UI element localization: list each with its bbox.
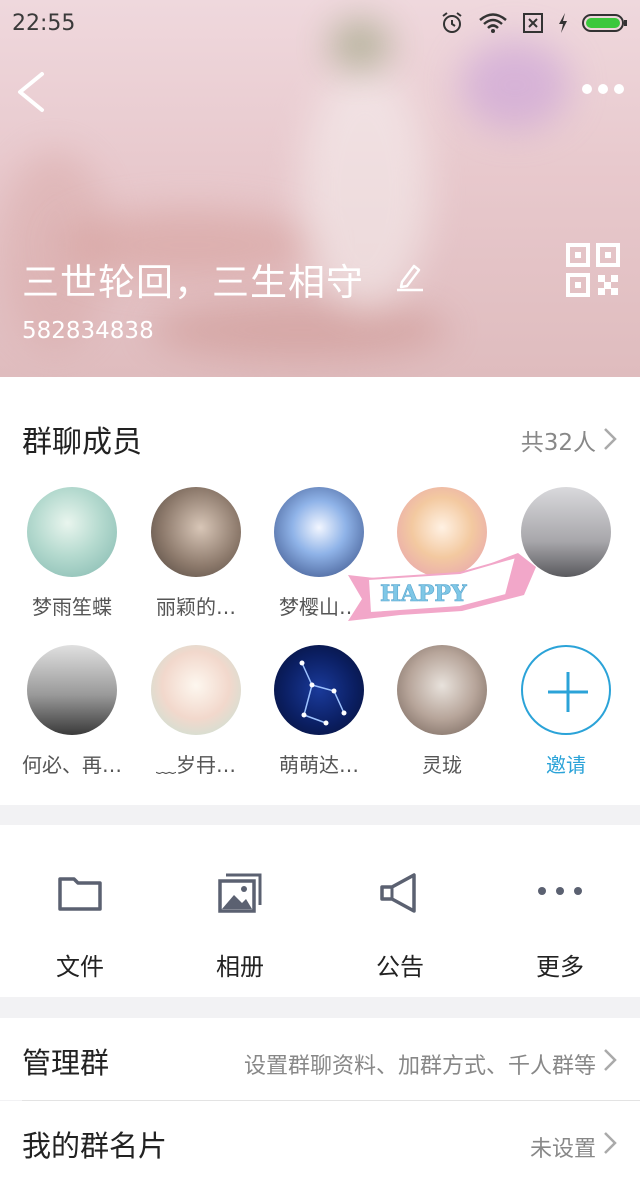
megaphone-icon: [380, 873, 416, 913]
alarm-icon: [442, 12, 462, 33]
background-blur: [150, 300, 450, 360]
member-name: 何必、再…: [22, 753, 122, 777]
member-item[interactable]: 萌萌达…: [259, 645, 379, 777]
status-time: 22:55: [12, 10, 76, 36]
more-button[interactable]: 更多: [480, 825, 640, 997]
member-item[interactable]: ﹏岁冄…: [136, 645, 256, 777]
invite-member-button[interactable]: 邀请: [506, 645, 626, 777]
avatar[interactable]: [27, 645, 117, 735]
avatar[interactable]: [274, 645, 364, 735]
announcement-button[interactable]: 公告: [320, 825, 480, 997]
row-value: 未设置: [529, 1137, 596, 1162]
back-button[interactable]: [14, 70, 48, 114]
album-icon: [218, 873, 262, 913]
member-count[interactable]: 共32人: [521, 423, 596, 457]
action-label: 更多: [536, 953, 584, 981]
member-item[interactable]: 灵珑: [382, 645, 502, 777]
folder-icon: [58, 877, 102, 911]
happy-sticker: HAPPY: [348, 553, 536, 621]
chevron-right-icon: [604, 1049, 617, 1071]
action-label: 相册: [216, 953, 264, 981]
avatar[interactable]: [27, 487, 117, 577]
action-label: 文件: [56, 953, 104, 981]
sticker-text: HAPPY: [380, 581, 467, 607]
chevron-right-icon[interactable]: [602, 426, 618, 452]
qr-code-button[interactable]: [566, 243, 620, 297]
avatar[interactable]: [397, 645, 487, 735]
charging-icon: [559, 13, 567, 33]
row-label: 我的群名片: [22, 1129, 168, 1163]
more-options-button[interactable]: [580, 80, 626, 98]
files-button[interactable]: 文件: [0, 825, 160, 997]
invite-label: 邀请: [546, 753, 586, 777]
my-group-card-row[interactable]: 我的群名片 未设置: [0, 1101, 640, 1183]
row-value: 设置群聊资料、加群方式、千人群等: [243, 1054, 596, 1079]
member-item[interactable]: 丽颖的…: [136, 487, 256, 619]
members-section: 群聊成员 共32人 梦雨笙蝶 丽颖的… 梦樱山… 何必、再… ﹏岁冄… 萌萌达……: [0, 377, 640, 805]
more-dots-icon: [538, 887, 582, 895]
constellation-image: [299, 660, 347, 726]
member-item[interactable]: 何必、再…: [12, 645, 132, 777]
member-name: ﹏岁冄…: [156, 753, 236, 777]
manage-group-row[interactable]: 管理群 设置群聊资料、加群方式、千人群等: [0, 1018, 640, 1100]
sim-icon: [523, 13, 543, 33]
album-button[interactable]: 相册: [160, 825, 320, 997]
member-name: 丽颖的…: [156, 595, 236, 619]
chevron-right-icon: [604, 1132, 617, 1154]
status-bar: 22:55: [0, 0, 640, 46]
quick-actions: 文件 相册 公告 更多: [0, 825, 640, 997]
avatar[interactable]: [151, 645, 241, 735]
row-label: 管理群: [22, 1046, 110, 1080]
background-blur: [460, 40, 570, 130]
avatar[interactable]: [151, 487, 241, 577]
member-name: 灵珑: [422, 753, 462, 777]
edit-name-icon[interactable]: [396, 262, 424, 292]
action-label: 公告: [376, 953, 424, 981]
group-header: 22:55 三世轮回，三生相守 582834838: [0, 0, 640, 377]
group-id: 582834838: [22, 318, 154, 344]
member-name: 梦雨笙蝶: [32, 595, 112, 619]
member-name: 萌萌达…: [279, 753, 359, 777]
members-title: 群聊成员: [22, 425, 142, 460]
plus-icon: [548, 672, 588, 712]
battery-icon: [582, 14, 627, 32]
invite-circle[interactable]: [521, 645, 611, 735]
group-name: 三世轮回，三生相守: [22, 261, 364, 304]
wifi-icon: [479, 13, 507, 33]
status-icons: [440, 11, 628, 35]
member-item[interactable]: 梦雨笙蝶: [12, 487, 132, 619]
